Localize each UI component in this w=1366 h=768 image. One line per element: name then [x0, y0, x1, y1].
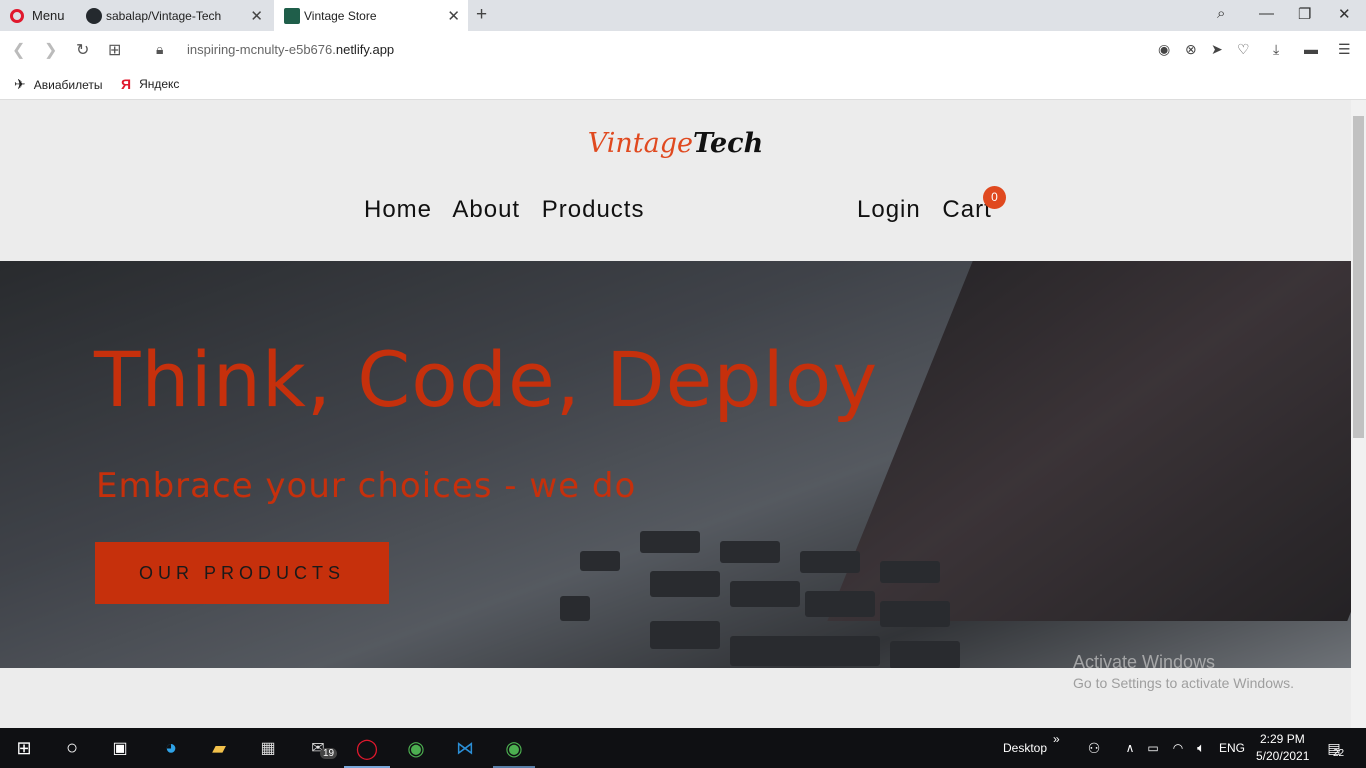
download-icon[interactable]: ⤓: [1273, 41, 1279, 58]
cart-count-badge: 0: [983, 186, 1006, 209]
easy-setup-icon[interactable]: ☰: [1338, 41, 1351, 58]
watermark-subtitle: Go to Settings to activate Windows.: [1073, 675, 1294, 691]
bookmark-label: Авиабилеты: [33, 77, 103, 92]
url-domain: netlify.app: [335, 42, 395, 57]
page-scrollbar[interactable]: [1351, 100, 1366, 728]
clock-time[interactable]: 2:29 PM: [1260, 732, 1305, 746]
windows-start-icon[interactable]: ⊞: [12, 736, 36, 760]
nav-login[interactable]: Login: [857, 196, 921, 223]
new-tab-button[interactable]: +: [476, 4, 487, 26]
menu-label: Menu: [32, 8, 65, 23]
logo-part-tech: Tech: [693, 128, 764, 159]
tab-vintage-store[interactable]: Vintage Store ✕: [274, 0, 468, 31]
nav-about[interactable]: About: [452, 196, 520, 223]
vscode-icon[interactable]: ⋈: [453, 736, 477, 760]
send-icon[interactable]: ➤: [1211, 41, 1223, 58]
lock-icon: 🔒︎: [156, 41, 164, 57]
edge-icon[interactable]: ◕: [159, 736, 183, 760]
hero-overlay: [0, 261, 1351, 668]
bookmarks-bar: ✈ Авиабилеты Я Яндекс: [0, 69, 1366, 100]
close-tab-icon[interactable]: ✕: [447, 7, 460, 25]
browser-menu-button[interactable]: Menu: [0, 0, 72, 31]
nav-home[interactable]: Home: [364, 196, 432, 223]
tab-github[interactable]: sabalap/Vintage-Tech ✕: [76, 0, 271, 31]
site-logo[interactable]: VintageTech: [0, 128, 1351, 159]
windows-taskbar: ⊞ ○ ▣ ◕ ▰ ▦ ✉ 19 ◯ ◉ ⋈ ◉ Desktop » ⚇ ∧ ▭…: [0, 728, 1366, 768]
file-explorer-icon[interactable]: ▰: [207, 736, 231, 760]
opera-logo-icon: [10, 8, 24, 23]
hero-title: Think, Code, Deploy: [94, 335, 879, 424]
people-icon[interactable]: ⚇: [1082, 736, 1106, 760]
address-bar: ❮ ❯ ↻ ⊞ 🔒︎ inspiring-mcnulty-e5b676.netl…: [0, 31, 1366, 69]
tab-title: sabalap/Vintage-Tech: [106, 8, 222, 23]
airplane-icon: ✈: [14, 76, 26, 92]
minimize-icon[interactable]: —: [1259, 5, 1274, 22]
github-icon: [86, 7, 102, 24]
our-products-button[interactable]: OUR PRODUCTS: [95, 542, 389, 604]
bookmark-yandex[interactable]: Я Яндекс: [121, 76, 179, 92]
reload-icon[interactable]: ↻: [76, 40, 89, 60]
adblock-icon[interactable]: ⊗: [1185, 41, 1197, 58]
watermark-title: Activate Windows: [1073, 652, 1216, 672]
forward-icon[interactable]: ❯: [44, 40, 57, 60]
bookmark-label: Яндекс: [139, 77, 180, 91]
tab-title: Vintage Store: [304, 8, 377, 23]
speed-dial-icon[interactable]: ⊞: [108, 40, 121, 60]
back-icon[interactable]: ❮: [12, 40, 25, 60]
language-indicator[interactable]: ENG: [1219, 741, 1245, 755]
tray-chevron-icon[interactable]: ∧: [1118, 736, 1142, 760]
nav-products[interactable]: Products: [542, 196, 645, 223]
browser-tab-bar: Menu sabalap/Vintage-Tech ✕ Vintage Stor…: [0, 0, 1366, 31]
restore-icon[interactable]: ❐: [1298, 5, 1311, 23]
bookmark-flights[interactable]: ✈ Авиабилеты: [14, 76, 102, 93]
opera-taskbar-icon[interactable]: ◯: [355, 736, 379, 760]
task-view-icon[interactable]: ▣: [108, 736, 132, 760]
wifi-icon[interactable]: ◠: [1166, 736, 1190, 760]
close-tab-icon[interactable]: ✕: [250, 7, 263, 25]
hero-subtitle: Embrace your choices - we do: [96, 466, 637, 506]
snapshot-icon[interactable]: ◉: [1158, 41, 1170, 58]
battery-saver-icon[interactable]: ▬: [1304, 41, 1318, 57]
notification-count: 22: [1333, 748, 1345, 759]
store-icon[interactable]: ▦: [256, 736, 280, 760]
close-window-icon[interactable]: ✕: [1338, 5, 1351, 23]
react-icon: [284, 7, 300, 24]
windows-activation-watermark: Activate Windows Go to Settings to activ…: [1073, 652, 1294, 691]
scrollbar-thumb[interactable]: [1353, 116, 1364, 438]
hero-banner: Think, Code, Deploy Embrace your choices…: [0, 261, 1351, 668]
search-circle-icon[interactable]: ○: [60, 736, 84, 760]
chrome-icon[interactable]: ◉: [404, 736, 428, 760]
volume-icon[interactable]: 🔈︎: [1189, 736, 1213, 760]
mail-badge: 19: [320, 748, 338, 759]
url-field[interactable]: inspiring-mcnulty-e5b676.netlify.app: [187, 42, 394, 57]
url-prefix: inspiring-mcnulty-e5b676.: [187, 42, 336, 57]
logo-part-vintage: Vintage: [587, 128, 693, 159]
toolbar-expand-icon[interactable]: »: [1053, 732, 1060, 746]
web-page: VintageTech Home About Products Login Ca…: [0, 100, 1351, 728]
heart-icon[interactable]: ♡: [1237, 41, 1250, 58]
yandex-icon: Я: [121, 76, 132, 92]
battery-icon[interactable]: ▭: [1141, 736, 1165, 760]
clock-date[interactable]: 5/20/2021: [1256, 749, 1309, 763]
main-nav: Home About Products: [364, 196, 658, 224]
search-tabs-icon[interactable]: ⌕: [1217, 5, 1225, 22]
desktop-toolbar-label[interactable]: Desktop: [1003, 741, 1047, 755]
user-nav: Login Cart: [857, 196, 992, 224]
chrome-profile-icon[interactable]: ◉: [502, 736, 526, 760]
